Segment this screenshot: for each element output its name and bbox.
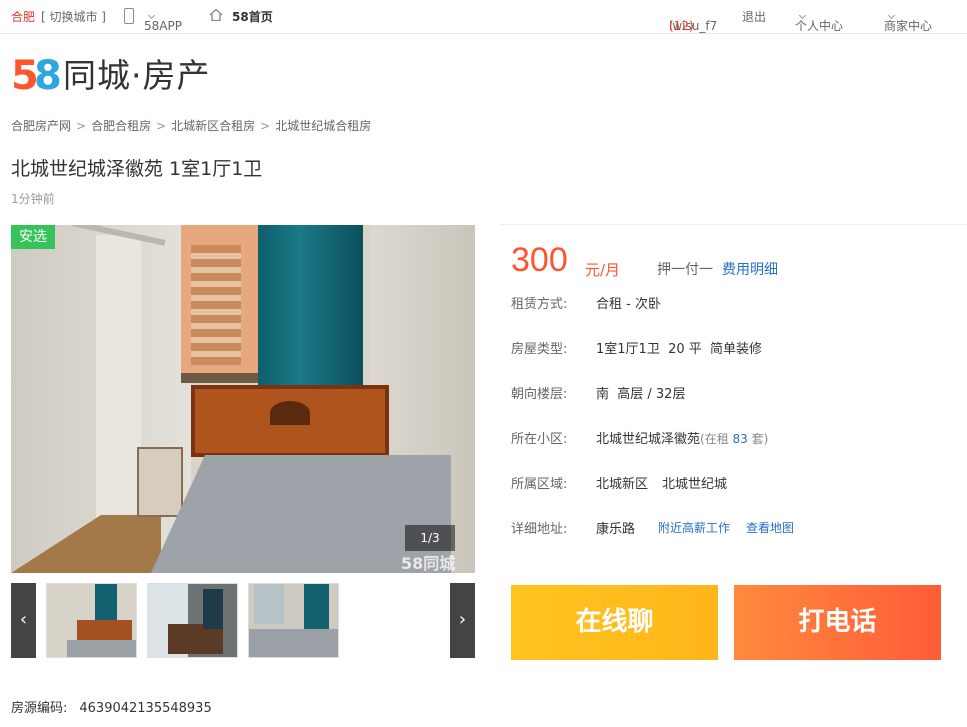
thumbnail-1[interactable] bbox=[46, 583, 137, 658]
personal-center-label: 个人中心 bbox=[795, 19, 844, 33]
rent-type-label: 租赁方式: bbox=[511, 297, 568, 312]
thumbnail-shape bbox=[254, 584, 284, 624]
logout-link[interactable]: 退出 bbox=[742, 9, 766, 25]
breadcrumb-separator: > bbox=[156, 119, 167, 133]
listing-title: 北城世纪城泽徽苑 1室1厅1卫 bbox=[11, 158, 263, 180]
breadcrumb-separator: > bbox=[260, 119, 271, 133]
thumbnail-shape bbox=[67, 640, 136, 657]
site-logo[interactable]: 5 8 同城·房产 bbox=[11, 54, 241, 98]
breadcrumb: 合肥房产网 > 合肥合租房 > 北城新区合租房 > 北城世纪城合租房 bbox=[11, 117, 371, 134]
thumbnail-shape bbox=[77, 620, 132, 642]
rent-unit: 元/月 bbox=[585, 261, 621, 279]
online-chat-button[interactable]: 在线聊 bbox=[511, 585, 718, 660]
thumbnail-2[interactable] bbox=[147, 583, 238, 658]
address-value: 康乐路 bbox=[596, 522, 636, 537]
community-label: 所在小区: bbox=[511, 432, 568, 447]
call-button[interactable]: 打电话 bbox=[734, 585, 941, 660]
community-rent-count[interactable]: 83 bbox=[733, 432, 748, 446]
merchant-center-label: 商家中心 bbox=[884, 19, 933, 33]
breadcrumb-separator: > bbox=[76, 119, 87, 133]
nearby-jobs-link[interactable]: 附近高薪工作 bbox=[658, 519, 730, 536]
listing-code-label: 房源编码: bbox=[11, 701, 68, 716]
breadcrumb-item[interactable]: 北城世纪城合租房 bbox=[275, 119, 371, 133]
community-rent-suffix: 套) bbox=[747, 432, 769, 446]
orientation-label: 朝向楼层: bbox=[511, 387, 568, 402]
app-label: 58APP bbox=[144, 19, 182, 33]
app-download-menu[interactable]: 58APP bbox=[144, 9, 182, 33]
mobile-phone-icon bbox=[124, 8, 134, 24]
thumbnail-next-button[interactable]: › bbox=[450, 583, 475, 658]
district-row: 北城新区 北城世纪城 bbox=[596, 473, 727, 492]
main-photo[interactable]: 安选 1/3 58同城 bbox=[11, 225, 475, 573]
thumbnail-shape bbox=[304, 584, 329, 629]
breadcrumb-item[interactable]: 合肥合租房 bbox=[91, 119, 151, 133]
payment-method: 押一付一 bbox=[657, 262, 713, 278]
community-rent-prefix: (在租 bbox=[700, 432, 733, 446]
listing-code-value: 4639042135548935 bbox=[79, 701, 212, 716]
district-label: 所属区域: bbox=[511, 477, 568, 492]
thumbnail-prev-button[interactable]: ‹ bbox=[11, 583, 36, 658]
community-row: 北城世纪城泽徽苑(在租 83 套) bbox=[596, 428, 768, 447]
listing-code: 房源编码: 4639042135548935 bbox=[11, 697, 212, 716]
current-city: 合肥 bbox=[11, 10, 36, 24]
thumbnail-shape bbox=[203, 589, 223, 629]
thumbnail-shape bbox=[249, 629, 338, 657]
personal-center-menu[interactable]: 个人中心 bbox=[795, 9, 843, 33]
logo-digit-8: 8 bbox=[34, 53, 62, 99]
district-link[interactable]: 北城新区 bbox=[596, 477, 648, 492]
home-icon bbox=[209, 8, 223, 22]
message-count: (12) bbox=[669, 19, 694, 33]
divider bbox=[500, 224, 967, 225]
house-type-label: 房屋类型: bbox=[511, 342, 568, 357]
photo-watermark: 58同城 bbox=[401, 554, 456, 573]
view-map-link[interactable]: 查看地图 bbox=[746, 519, 794, 536]
fee-detail-link[interactable]: 费用明细 bbox=[722, 259, 778, 279]
photo-counter: 1/3 bbox=[405, 525, 455, 551]
photo-heart-carving bbox=[270, 401, 310, 425]
logo-brand-text: 同城·房产 bbox=[63, 56, 211, 95]
thumbnail-3[interactable] bbox=[248, 583, 339, 658]
community-link[interactable]: 北城世纪城泽徽苑 bbox=[596, 432, 700, 447]
breadcrumb-item[interactable]: 北城新区合租房 bbox=[171, 119, 255, 133]
breadcrumb-item[interactable]: 合肥房产网 bbox=[11, 119, 71, 133]
orientation-value: 南 高层 / 32层 bbox=[596, 387, 686, 402]
photo-building bbox=[191, 245, 241, 365]
anxuan-badge: 安选 bbox=[11, 225, 55, 249]
rent-type-value: 合租 - 次卧 bbox=[596, 297, 661, 312]
thumbnail-shape bbox=[95, 584, 117, 624]
house-type-value: 1室1厅1卫 20 平 简单装修 bbox=[596, 342, 763, 357]
home-link[interactable]: 58首页 bbox=[232, 9, 273, 25]
switch-city-link[interactable]: [ 切换城市 ] bbox=[41, 9, 106, 25]
logo-digit-5: 5 bbox=[11, 53, 39, 99]
photo-curtain bbox=[258, 225, 363, 390]
posted-time: 1分钟前 bbox=[11, 192, 55, 206]
photo-headboard bbox=[191, 385, 389, 457]
subdistrict-link[interactable]: 北城世纪城 bbox=[662, 477, 727, 492]
photo-column bbox=[96, 235, 141, 535]
merchant-center-menu[interactable]: 商家中心 bbox=[884, 9, 932, 33]
photo-nightstand bbox=[137, 447, 183, 517]
top-bar: 合肥 [ 切换城市 ] 58APP 58首页 lwisu_f7 (12) 退出 个… bbox=[0, 0, 967, 34]
address-label: 详细地址: bbox=[511, 522, 568, 537]
rent-price: 300 bbox=[511, 241, 568, 279]
